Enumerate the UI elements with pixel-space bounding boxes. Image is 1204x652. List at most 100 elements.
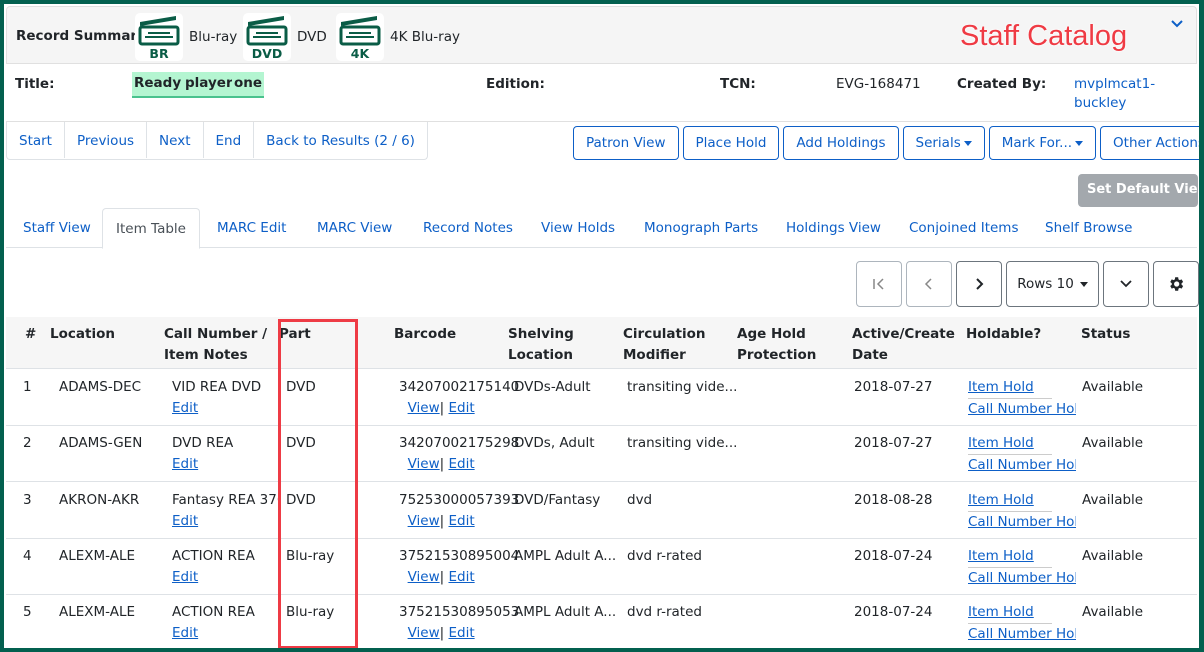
- format-label: DVD: [297, 29, 327, 45]
- title-label: Title:: [15, 76, 55, 92]
- edit-item-link[interactable]: Edit: [448, 456, 474, 472]
- next-page-button[interactable]: [956, 261, 1002, 307]
- mark-for-label: Mark For...: [1001, 135, 1073, 151]
- col-call-number[interactable]: Call Number / Item Notes: [164, 324, 267, 366]
- set-default-view-button[interactable]: Set Default View: [1078, 174, 1199, 207]
- tab-staff-view[interactable]: Staff View: [23, 208, 91, 248]
- other-actions-dropdown[interactable]: Other Actions: [1100, 126, 1199, 160]
- row-active-date: 2018-07-27: [854, 435, 933, 452]
- item-hold-link[interactable]: Item Hold: [968, 548, 1034, 564]
- previous-button[interactable]: Previous: [65, 122, 148, 158]
- call-number-hold-link[interactable]: Call Number Hold: [968, 457, 1076, 473]
- col-number[interactable]: #: [25, 324, 36, 345]
- serials-label: Serials: [915, 135, 961, 151]
- view-item-link[interactable]: View: [408, 456, 440, 472]
- edit-call-number-link[interactable]: Edit: [172, 625, 198, 641]
- add-holdings-button[interactable]: Add Holdings: [783, 126, 899, 160]
- staff-catalog-label: Staff Catalog: [960, 20, 1128, 52]
- edition-label: Edition:: [486, 76, 545, 92]
- col-date-line2: Date: [852, 347, 888, 363]
- item-hold-link[interactable]: Item Hold: [968, 604, 1034, 620]
- row-location: ALEXM-ALE: [59, 547, 136, 564]
- col-holdable[interactable]: Holdable?: [966, 324, 1041, 345]
- row-circ-modifier: transiting vide...: [627, 379, 738, 395]
- edit-item-link[interactable]: Edit: [448, 625, 474, 641]
- call-number-hold-link[interactable]: Call Number Hold: [968, 514, 1076, 530]
- call-number-text: VID REA DVD: [172, 379, 262, 395]
- item-hold-link[interactable]: Item Hold: [968, 435, 1034, 451]
- previous-page-button[interactable]: [906, 261, 952, 307]
- start-button[interactable]: Start: [7, 122, 65, 158]
- col-call-number-line1: Call Number /: [164, 326, 268, 342]
- back-to-results-button[interactable]: Back to Results (2 / 6): [254, 122, 427, 158]
- view-item-link[interactable]: View: [408, 400, 440, 416]
- row-barcode: 37521530895004 View| Edit: [399, 546, 519, 588]
- tab-record-notes[interactable]: Record Notes: [423, 208, 513, 248]
- created-by-link[interactable]: mvplmcat1- buckley: [1074, 76, 1155, 114]
- row-holdable: Item Hold Call Number Hold: [968, 490, 1076, 533]
- edit-call-number-link[interactable]: Edit: [172, 513, 198, 529]
- tab-monograph-parts[interactable]: Monograph Parts: [644, 208, 758, 248]
- next-button[interactable]: Next: [147, 122, 204, 158]
- row-status: Available: [1082, 547, 1144, 564]
- view-item-link[interactable]: View: [408, 569, 440, 585]
- call-number-hold-link[interactable]: Call Number Hold: [968, 570, 1076, 586]
- row-number: 1: [23, 379, 32, 395]
- first-page-button[interactable]: [856, 261, 902, 307]
- row-barcode: 37521530895053 View| Edit: [399, 602, 519, 644]
- edit-item-link[interactable]: Edit: [448, 569, 474, 585]
- chevron-down-icon[interactable]: [1171, 16, 1183, 32]
- col-date-line1: Active/Create: [852, 326, 955, 342]
- tab-conjoined-items[interactable]: Conjoined Items: [909, 208, 1019, 248]
- mark-for-dropdown[interactable]: Mark For...: [988, 126, 1097, 160]
- expand-rows-button[interactable]: [1103, 261, 1149, 307]
- col-status[interactable]: Status: [1081, 324, 1130, 345]
- rows-per-page-dropdown[interactable]: Rows 10: [1006, 261, 1099, 307]
- edit-item-link[interactable]: Edit: [448, 513, 474, 529]
- patron-view-button[interactable]: Patron View: [573, 126, 679, 160]
- tab-view-holds[interactable]: View Holds: [541, 208, 615, 248]
- item-hold-link[interactable]: Item Hold: [968, 379, 1034, 395]
- edit-call-number-link[interactable]: Edit: [172, 400, 198, 416]
- row-part: Blu-ray: [286, 547, 335, 564]
- col-barcode[interactable]: Barcode: [394, 324, 456, 345]
- tcn-value: EVG-168471: [836, 76, 921, 92]
- call-number-hold-link[interactable]: Call Number Hold: [968, 626, 1076, 642]
- item-hold-link[interactable]: Item Hold: [968, 492, 1034, 508]
- end-button[interactable]: End: [204, 122, 255, 158]
- edit-item-link[interactable]: Edit: [448, 400, 474, 416]
- chevron-left-icon: [924, 278, 932, 290]
- tab-item-table[interactable]: Item Table: [102, 208, 200, 249]
- hold-separator: Item Hold: [968, 602, 1052, 625]
- tab-holdings-view[interactable]: Holdings View: [786, 208, 881, 248]
- blu-ray-icon: BR: [135, 13, 183, 61]
- call-number-hold-link[interactable]: Call Number Hold: [968, 401, 1076, 417]
- col-location[interactable]: Location: [50, 324, 115, 345]
- call-number-text: DVD REA: [172, 435, 234, 452]
- view-item-link[interactable]: View: [408, 625, 440, 641]
- row-part: Blu-ray: [286, 604, 335, 621]
- format-label: Blu-ray: [189, 29, 238, 45]
- tab-marc-edit[interactable]: MARC Edit: [217, 208, 286, 248]
- call-number-text: Fantasy REA 3761: [172, 491, 279, 508]
- tab-marc-view[interactable]: MARC View: [317, 208, 392, 248]
- row-location: ALEXM-ALE: [59, 604, 136, 621]
- edit-call-number-link[interactable]: Edit: [172, 569, 198, 585]
- gear-icon: [1170, 277, 1184, 291]
- chevron-down-icon: [1120, 280, 1132, 288]
- rows-label: Rows 10: [1017, 276, 1074, 292]
- serials-dropdown[interactable]: Serials: [902, 126, 985, 160]
- col-part[interactable]: Part: [279, 324, 311, 345]
- row-shelving-location: AMPL Adult A...: [514, 604, 617, 621]
- col-circ-modifier[interactable]: Circulation Modifier: [623, 324, 706, 366]
- grid-settings-button[interactable]: [1153, 261, 1199, 307]
- col-age-hold[interactable]: Age Hold Protection: [737, 324, 816, 366]
- edit-call-number-link[interactable]: Edit: [172, 456, 198, 472]
- tab-shelf-browse[interactable]: Shelf Browse: [1045, 208, 1132, 248]
- col-active-date[interactable]: Active/Create Date: [852, 324, 955, 366]
- col-shelving-location[interactable]: Shelving Location: [508, 324, 574, 366]
- created-by-line1: mvplmcat1-: [1074, 76, 1156, 92]
- row-part: DVD: [286, 491, 316, 508]
- view-item-link[interactable]: View: [408, 513, 440, 529]
- place-hold-button[interactable]: Place Hold: [682, 126, 780, 160]
